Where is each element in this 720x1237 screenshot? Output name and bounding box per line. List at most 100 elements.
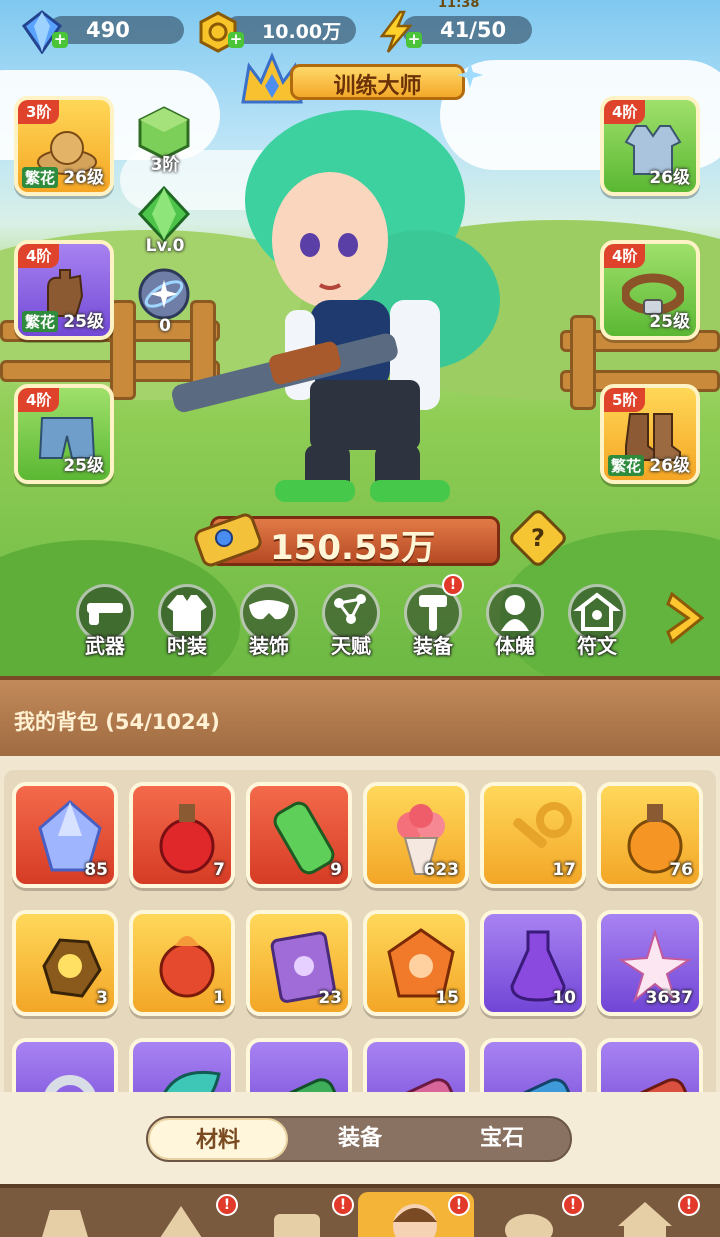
tab-materials[interactable]: 材料 bbox=[148, 1118, 288, 1160]
diamond-counter[interactable]: + 490 bbox=[20, 10, 186, 54]
combat-power: 150.55万 bbox=[190, 508, 510, 572]
fence-post bbox=[570, 315, 596, 410]
item-count: 623 bbox=[423, 860, 460, 880]
func-decoration[interactable]: 装饰 bbox=[236, 584, 302, 664]
silver-ring-icon bbox=[44, 1075, 96, 1092]
slot-level: 26级 bbox=[63, 168, 104, 188]
add-diamond-button[interactable]: + bbox=[52, 32, 68, 48]
energy-counter[interactable]: + 41/50 bbox=[374, 10, 534, 53]
shop-icon[interactable] bbox=[30, 1196, 100, 1237]
func-talent[interactable]: 天赋 bbox=[318, 584, 384, 664]
equip-slot-shorts[interactable]: 4阶 25级 bbox=[14, 384, 114, 484]
pet-icon[interactable] bbox=[494, 1196, 564, 1237]
bag-item[interactable]: 76 bbox=[597, 782, 703, 888]
bag-item[interactable]: 23 bbox=[246, 910, 352, 1016]
item-count: 1 bbox=[213, 988, 225, 1008]
tab-equipment[interactable]: 装备 bbox=[290, 1118, 430, 1160]
tier-badge: 5阶 bbox=[604, 388, 646, 412]
bag-item[interactable] bbox=[12, 1038, 118, 1092]
bag-item[interactable]: 9 bbox=[246, 782, 352, 888]
tier-badge: 3阶 bbox=[18, 100, 60, 124]
bag-grid-inner: 85 7 9 623 17 76 3 1 23 15 10 3637 bbox=[4, 770, 716, 1092]
tier-badge: 4阶 bbox=[604, 100, 646, 124]
alert-badge: ! bbox=[562, 1194, 584, 1216]
item-count: 85 bbox=[84, 860, 108, 880]
bag-item[interactable] bbox=[129, 1038, 235, 1092]
alert-badge: ! bbox=[448, 1194, 470, 1216]
slot-level: 26级 bbox=[649, 168, 690, 188]
gold-counter[interactable]: + 10.00万 bbox=[196, 10, 356, 53]
title-text: 训练大师 bbox=[333, 74, 422, 99]
slot-level: 25级 bbox=[63, 456, 104, 476]
slot-level: 25级 bbox=[63, 312, 104, 332]
pink-scroll-icon bbox=[388, 1078, 454, 1092]
func-label: 符文 bbox=[577, 634, 617, 658]
item-count: 7 bbox=[213, 860, 225, 880]
add-gold-button[interactable]: + bbox=[228, 32, 244, 48]
func-rune[interactable]: 符文 bbox=[564, 584, 630, 664]
bag-item[interactable] bbox=[597, 1038, 703, 1092]
equip-slot-vest[interactable]: 4阶 26级 bbox=[600, 96, 700, 196]
alert-badge: ! bbox=[216, 1194, 238, 1216]
hero-scene: + 490 + 10.00万 + 41/50 11:38 训练大师 3阶 繁花 … bbox=[0, 0, 720, 676]
bag-item[interactable] bbox=[246, 1038, 352, 1092]
bag-item[interactable] bbox=[363, 1038, 469, 1092]
item-count: 15 bbox=[435, 988, 459, 1008]
orbit-star-icon[interactable] bbox=[136, 266, 192, 322]
battle-icon[interactable] bbox=[146, 1196, 216, 1237]
status-clock: 11:38 bbox=[438, 0, 480, 11]
alert-badge: ! bbox=[678, 1194, 700, 1216]
item-count: 3 bbox=[96, 988, 108, 1008]
green-gem-icon[interactable] bbox=[136, 186, 192, 242]
equip-slot-hat[interactable]: 3阶 繁花 26级 bbox=[14, 96, 114, 196]
func-weapon[interactable]: 武器 bbox=[72, 584, 138, 664]
tier-badge: 4阶 bbox=[18, 388, 60, 412]
bag-item[interactable]: 85 bbox=[12, 782, 118, 888]
bag-tabs: 材料 装备 宝石 bbox=[146, 1116, 572, 1162]
item-count: 3637 bbox=[645, 988, 693, 1008]
gem-level-label: Lv.0 bbox=[145, 236, 185, 256]
func-physique[interactable]: 体魄 bbox=[482, 584, 548, 664]
bag-item[interactable]: 10 bbox=[480, 910, 586, 1016]
tab-gems[interactable]: 宝石 bbox=[432, 1118, 572, 1160]
slot-level: 25级 bbox=[649, 312, 690, 332]
add-energy-button[interactable]: + bbox=[406, 32, 422, 48]
bag-item[interactable]: 1 bbox=[129, 910, 235, 1016]
next-page-arrow-icon[interactable] bbox=[664, 590, 708, 646]
bag-item[interactable]: 15 bbox=[363, 910, 469, 1016]
hero-character[interactable] bbox=[160, 110, 520, 510]
diamond-value: 490 bbox=[48, 16, 184, 44]
forge-icon[interactable] bbox=[262, 1196, 332, 1237]
alert-badge: ! bbox=[332, 1194, 354, 1216]
teal-leaf-icon bbox=[163, 1070, 221, 1092]
bag-item[interactable]: 17 bbox=[480, 782, 586, 888]
blue-scroll-icon bbox=[505, 1078, 571, 1092]
bag-grid[interactable]: 85 7 9 623 17 76 3 1 23 15 10 3637 bbox=[0, 756, 720, 1092]
bag-title: 我的背包 (54/1024) bbox=[14, 710, 220, 734]
func-equipment[interactable]: 装备 ! bbox=[400, 574, 466, 664]
bottom-nav: ! ! ! ! ! bbox=[0, 1184, 720, 1237]
hero-icon[interactable] bbox=[380, 1196, 450, 1237]
bag-item[interactable]: 3637 bbox=[597, 910, 703, 1016]
func-label: 天赋 bbox=[331, 634, 371, 658]
func-label: 装饰 bbox=[249, 634, 289, 658]
tabs-area: 材料 装备 宝石 bbox=[0, 1092, 720, 1184]
item-count: 23 bbox=[318, 988, 342, 1008]
home-icon[interactable] bbox=[610, 1196, 680, 1237]
bag-item[interactable]: 7 bbox=[129, 782, 235, 888]
equip-slot-glove[interactable]: 4阶 繁花 25级 bbox=[14, 240, 114, 340]
bag-header: 我的背包 (54/1024) bbox=[0, 676, 720, 756]
title-badge[interactable]: 训练大师 bbox=[235, 52, 485, 106]
func-label: 装备 bbox=[413, 634, 453, 658]
bag-item[interactable] bbox=[480, 1038, 586, 1092]
slot-level: 26级 bbox=[649, 456, 690, 476]
green-scroll-icon bbox=[271, 1078, 337, 1092]
equip-slot-boots[interactable]: 5阶 繁花 26级 bbox=[600, 384, 700, 484]
equip-slot-belt[interactable]: 4阶 25级 bbox=[600, 240, 700, 340]
item-count: 9 bbox=[330, 860, 342, 880]
bag-item[interactable]: 3 bbox=[12, 910, 118, 1016]
red-scroll-icon bbox=[622, 1078, 688, 1092]
bag-item[interactable]: 623 bbox=[363, 782, 469, 888]
func-outfit[interactable]: 时装 bbox=[154, 584, 220, 664]
flower-tag: 繁花 bbox=[608, 455, 645, 476]
